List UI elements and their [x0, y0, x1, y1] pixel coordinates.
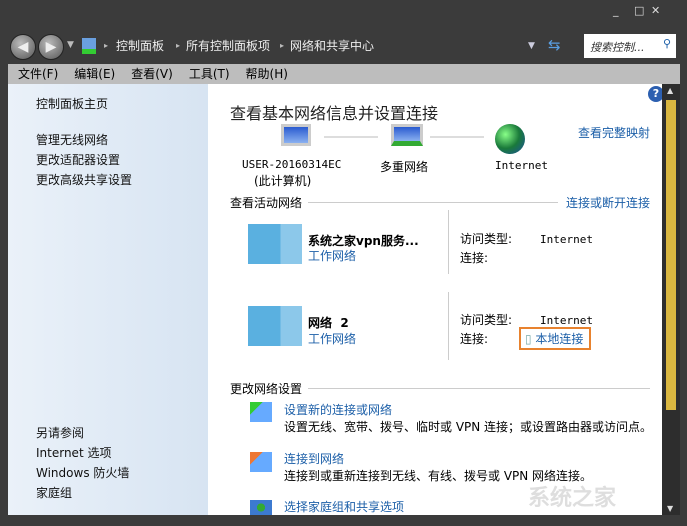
menu-bar: 文件(F) 编辑(E) 查看(V) 工具(T) 帮助(H) [8, 64, 680, 84]
sidebar-firewall[interactable]: Windows 防火墙 [36, 464, 129, 481]
main-content: ? 查看基本网络信息并设置连接 查看完整映射 USER-20160314EC (… [208, 84, 664, 515]
sidebar-manage-wireless[interactable]: 管理无线网络 [36, 131, 108, 148]
setup-connection-desc: 设置无线、宽带、拨号、临时或 VPN 连接；或设置路由器或访问点。 [284, 420, 653, 434]
sidebar-advanced-sharing[interactable]: 更改高级共享设置 [36, 171, 132, 188]
active-networks-heading: 查看活动网络 [230, 196, 303, 210]
sidebar: 控制面板主页 管理无线网络 更改适配器设置 更改高级共享设置 另请参阅 Inte… [8, 84, 208, 515]
new-connection-icon [250, 402, 272, 422]
page-title: 查看基本网络信息并设置连接 [230, 104, 439, 123]
see-also-heading: 另请参阅 [36, 426, 85, 440]
back-button[interactable]: ◀ [10, 34, 36, 60]
setup-connection-link[interactable]: 设置新的连接或网络 [284, 401, 392, 418]
refresh-icon[interactable]: ⇆ [548, 36, 561, 54]
maximize-button[interactable]: □ [634, 4, 644, 17]
control-panel-icon [82, 38, 96, 54]
sidebar-home-link[interactable]: 控制面板主页 [36, 95, 108, 112]
network-type-link[interactable]: 工作网络 [308, 330, 356, 347]
connect-network-icon [250, 452, 272, 472]
sidebar-homegroup[interactable]: 家庭组 [36, 484, 72, 501]
work-network-icon [248, 224, 302, 264]
internet-globe-icon [495, 124, 525, 154]
access-type-label: 访问类型: [460, 313, 513, 327]
access-type-label: 访问类型: [460, 232, 513, 246]
network-label: 多重网络 [380, 160, 429, 174]
change-settings-heading: 更改网络设置 [230, 382, 303, 396]
close-button[interactable]: ✕ [651, 4, 660, 17]
network-type-link[interactable]: 工作网络 [308, 247, 356, 264]
chevron-right-icon[interactable]: ▸ [176, 41, 180, 50]
breadcrumb-control-panel[interactable]: 控制面板 [116, 37, 164, 54]
minimize-button[interactable]: _ [613, 4, 619, 17]
address-dropdown-icon[interactable]: ▼ [528, 41, 535, 51]
menu-help[interactable]: 帮助(H) [246, 64, 288, 84]
connect-network-link[interactable]: 连接到网络 [284, 450, 344, 467]
connect-disconnect-link[interactable]: 连接或断开连接 [566, 194, 650, 211]
multiple-networks-icon [391, 124, 423, 146]
scroll-down-icon[interactable]: ▼ [667, 504, 673, 513]
menu-edit[interactable]: 编辑(E) [74, 64, 115, 84]
connection-label: 连接: [460, 332, 489, 346]
scroll-up-icon[interactable]: ▲ [667, 86, 673, 95]
view-full-map-link[interactable]: 查看完整映射 [578, 124, 650, 141]
computer-name: USER-20160314EC [242, 158, 342, 171]
breadcrumb-all-items[interactable]: 所有控制面板项 [186, 37, 270, 54]
search-icon: ⚲ [662, 37, 671, 50]
menu-file[interactable]: 文件(F) [18, 64, 58, 84]
work-network-icon [248, 306, 302, 346]
ethernet-icon: ▯ [525, 332, 536, 346]
connection-label: 连接: [460, 251, 489, 265]
menu-tools[interactable]: 工具(T) [189, 64, 230, 84]
scrollbar-thumb[interactable] [666, 100, 676, 410]
local-connection-label: 本地连接 [535, 332, 584, 346]
computer-icon [281, 124, 311, 146]
sidebar-internet-options[interactable]: Internet 选项 [36, 444, 111, 461]
search-placeholder: 搜索控制... [590, 41, 645, 54]
watermark: 系统之家 [528, 486, 617, 511]
access-type-value: Internet [540, 314, 593, 327]
breadcrumb-network-center[interactable]: 网络和共享中心 [290, 37, 374, 54]
chevron-right-icon[interactable]: ▸ [280, 41, 284, 50]
homegroup-link[interactable]: 选择家庭组和共享选项 [284, 498, 404, 515]
homegroup-icon [250, 500, 272, 515]
chevron-right-icon[interactable]: ▸ [104, 41, 108, 50]
menu-view[interactable]: 查看(V) [131, 64, 173, 84]
access-type-value: Internet [540, 233, 593, 246]
computer-subtitle: (此计算机) [254, 174, 312, 188]
local-connection-link[interactable]: ▯ 本地连接 [519, 327, 592, 350]
search-input[interactable]: 搜索控制... ⚲ [584, 34, 676, 58]
scrollbar[interactable]: ▲ ▼ [662, 84, 680, 515]
sidebar-adapter-settings[interactable]: 更改适配器设置 [36, 151, 120, 168]
history-dropdown-icon[interactable]: ▼ [67, 40, 74, 50]
internet-label: Internet [495, 159, 548, 172]
network-name: 网络 2 [308, 316, 349, 330]
forward-button[interactable]: ▶ [38, 34, 64, 60]
